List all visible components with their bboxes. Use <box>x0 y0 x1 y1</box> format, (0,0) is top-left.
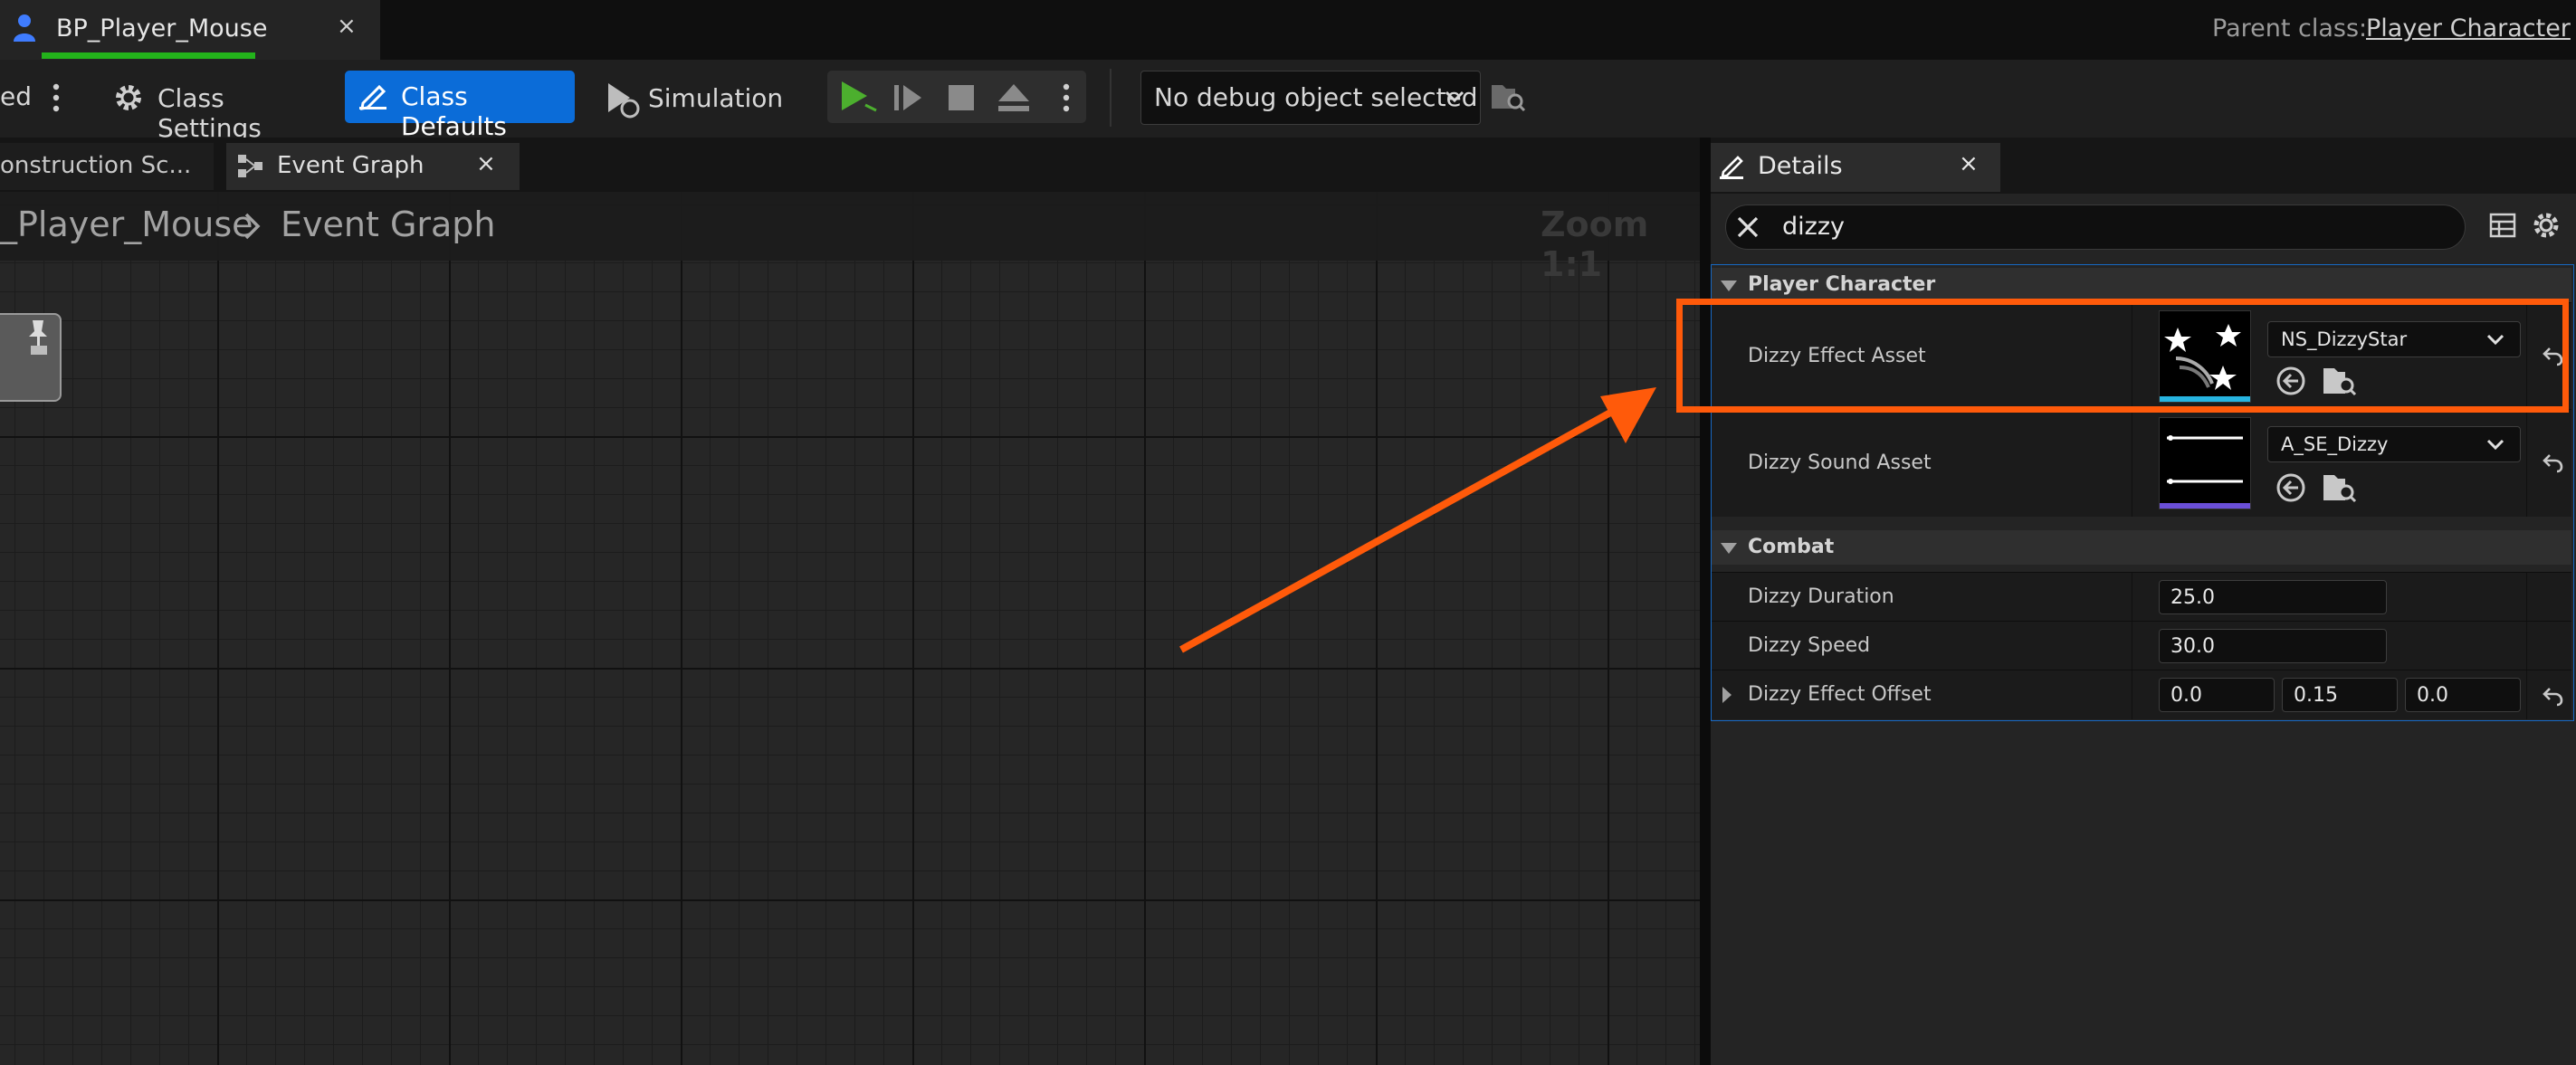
property-label: Dizzy Speed <box>1748 634 1871 657</box>
sound-wave-icon <box>2160 435 2250 509</box>
category-player-character[interactable]: Player Character <box>1712 268 2571 302</box>
expand-arrow-icon <box>1719 541 1739 559</box>
parent-class-link[interactable]: Player Character <box>2366 14 2571 43</box>
property-label: Dizzy Sound Asset <box>1748 452 1932 474</box>
clear-search-icon[interactable] <box>1735 214 1760 243</box>
property-row-effect-offset: Dizzy Effect Offset 0.0 0.15 0.0 <box>1712 670 2571 719</box>
offset-x-input[interactable]: 0.0 <box>2159 678 2275 712</box>
kebab-menu-icon[interactable] <box>51 80 62 116</box>
graph-node[interactable] <box>0 313 62 402</box>
details-pencil-icon <box>1718 152 1747 185</box>
tab-construction-script[interactable]: onstruction Sc... <box>0 143 214 190</box>
panel-splitter[interactable] <box>1700 138 1711 1065</box>
parent-class-label: Parent class: <box>2212 14 2368 43</box>
reset-to-default-icon[interactable] <box>2541 452 2564 477</box>
asset-thumbnail[interactable] <box>2159 417 2251 509</box>
window-tab-bar <box>0 0 2576 60</box>
category-label: Combat <box>1748 536 1835 558</box>
breadcrumb-graph[interactable]: Event Graph <box>281 204 496 244</box>
expand-arrow-icon <box>1719 279 1739 297</box>
class-settings-label: Class Settings <box>157 83 262 143</box>
dizzy-duration-input[interactable]: 25.0 <box>2159 580 2387 614</box>
class-defaults-button[interactable]: Class Defaults <box>345 71 575 141</box>
tab-construction-label: onstruction Sc... <box>0 152 192 179</box>
simulation-label: Simulation <box>648 83 784 113</box>
step-icon[interactable] <box>891 80 927 119</box>
close-details-icon[interactable]: × <box>1959 150 1979 177</box>
expand-arrow-icon[interactable] <box>1721 685 1733 708</box>
class-settings-button[interactable]: Class Settings <box>101 72 328 143</box>
breadcrumb: _Player_Mouse Event Graph Zoom 1:1 <box>0 192 1700 284</box>
play-icon[interactable] <box>836 78 878 119</box>
debug-object-value: No debug object selected <box>1154 82 1478 112</box>
details-search-input[interactable]: dizzy <box>1725 204 2466 250</box>
close-graph-tab-icon[interactable]: × <box>476 150 496 177</box>
sound-asset-value: A_SE_Dizzy <box>2281 433 2389 455</box>
browse-asset-icon[interactable] <box>2322 471 2358 508</box>
column-divider <box>2526 410 2527 517</box>
table-view-icon[interactable] <box>2489 212 2516 242</box>
edit-pencil-icon <box>356 80 390 118</box>
property-row-dizzy-speed: Dizzy Speed 30.0 <box>1712 621 2571 670</box>
tab-details[interactable]: Details × <box>1711 143 2000 192</box>
column-divider <box>2526 670 2527 719</box>
column-divider <box>2526 573 2527 622</box>
debug-object-dropdown[interactable]: No debug object selected <box>1140 71 1481 125</box>
graph-icon <box>237 154 264 183</box>
highlight-box <box>1676 299 2569 413</box>
property-row-sound-asset: Dizzy Sound Asset A_SE_Dizzy <box>1712 409 2571 517</box>
chevron-down-icon <box>1444 88 1465 109</box>
pin-icon <box>29 320 47 355</box>
property-label: Dizzy Effect Offset <box>1748 683 1932 706</box>
offset-y-input[interactable]: 0.15 <box>2282 678 2398 712</box>
simulation-icon <box>603 80 643 123</box>
dizzy-speed-input[interactable]: 30.0 <box>2159 629 2387 663</box>
breadcrumb-blueprint[interactable]: _Player_Mouse <box>0 204 253 244</box>
annotation-arrow <box>1179 387 1656 653</box>
category-label: Player Character <box>1748 273 1936 296</box>
gear-icon <box>112 81 145 118</box>
close-tab-icon[interactable]: × <box>337 13 357 40</box>
offset-z-input[interactable]: 0.0 <box>2405 678 2521 712</box>
category-combat[interactable]: Combat <box>1712 530 2571 565</box>
property-row-dizzy-duration: Dizzy Duration 25.0 <box>1712 572 2571 622</box>
eject-icon[interactable] <box>996 81 1032 118</box>
chevron-down-icon <box>2485 438 2505 456</box>
play-options-kebab-icon[interactable] <box>1061 80 1072 116</box>
class-defaults-label: Class Defaults <box>401 81 507 141</box>
chevron-right-icon <box>243 212 262 244</box>
zoom-level-label: Zoom 1:1 <box>1541 204 1649 284</box>
stop-icon[interactable] <box>947 83 976 116</box>
use-selected-asset-icon[interactable] <box>2275 471 2307 508</box>
toolbar-divider <box>1110 69 1111 127</box>
column-divider <box>2526 622 2527 670</box>
tab-event-graph[interactable]: Event Graph × <box>226 143 520 190</box>
search-value: dizzy <box>1782 213 1845 241</box>
browse-debug-object-icon[interactable] <box>1490 80 1526 118</box>
property-label: Dizzy Duration <box>1748 585 1894 608</box>
details-title: Details <box>1758 152 1843 180</box>
compile-status-label[interactable]: ed <box>0 81 32 111</box>
reset-to-default-icon[interactable] <box>2541 685 2564 710</box>
blueprint-icon <box>11 13 38 43</box>
settings-gear-icon[interactable] <box>2531 210 2562 244</box>
simulation-button[interactable]: Simulation <box>597 72 783 123</box>
active-tab-indicator <box>42 52 255 59</box>
tab-event-graph-label: Event Graph <box>277 152 425 179</box>
sound-asset-dropdown[interactable]: A_SE_Dizzy <box>2267 426 2521 462</box>
document-tab-title: BP_Player_Mouse <box>56 14 268 43</box>
